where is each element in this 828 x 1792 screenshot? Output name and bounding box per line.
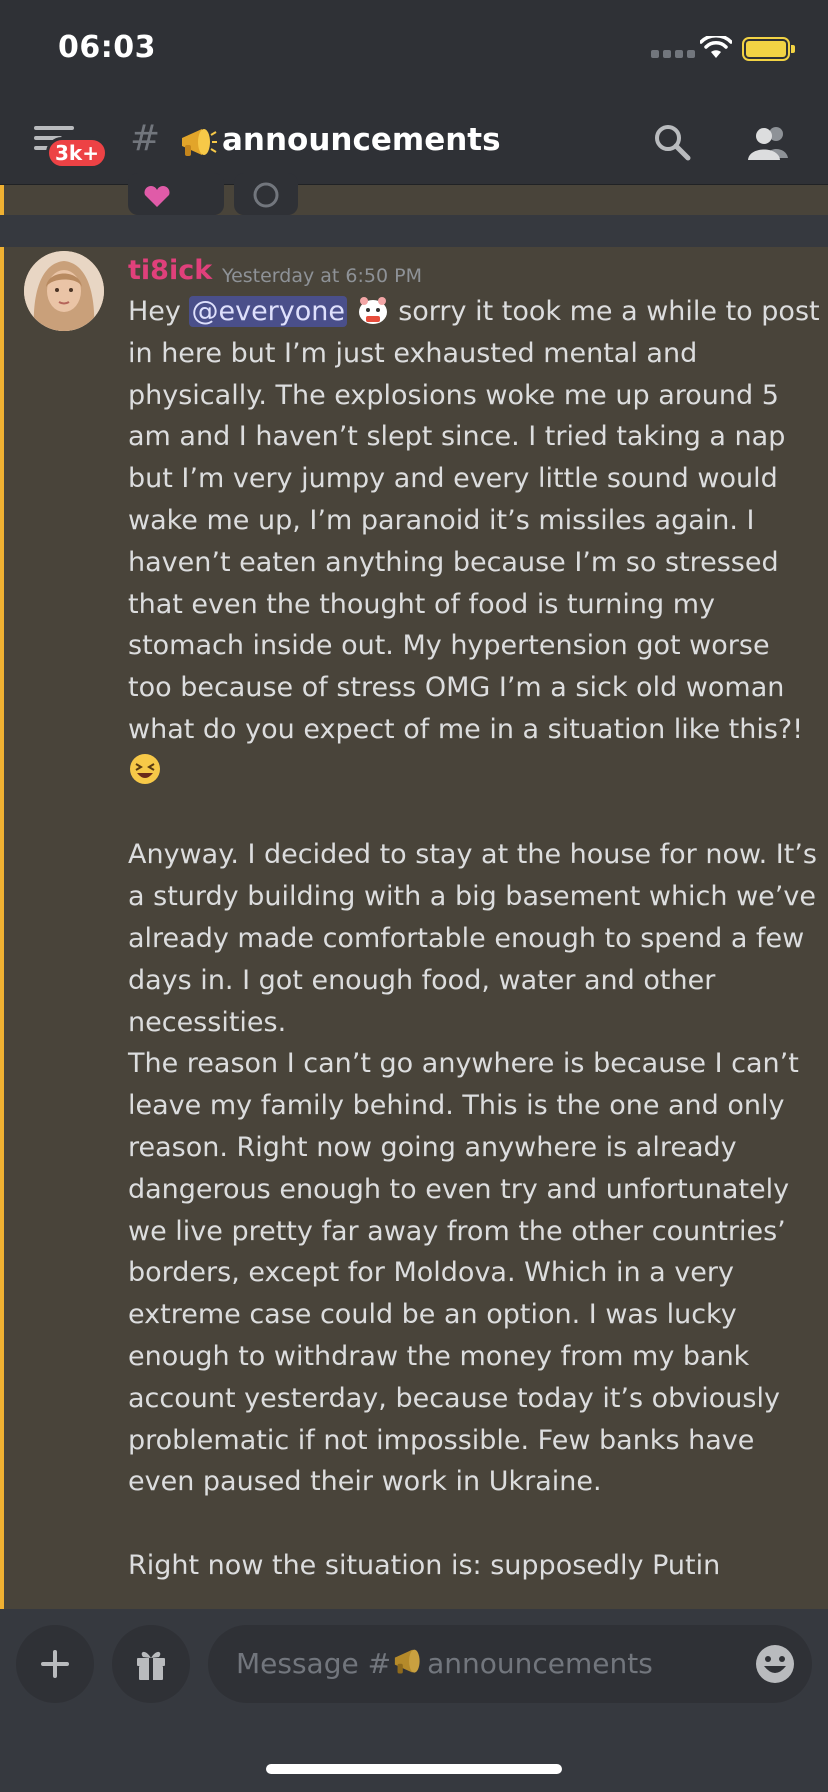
message-line: already made comfortable enough to spend… bbox=[128, 922, 805, 954]
message-composer: Message # announcements bbox=[0, 1609, 828, 1792]
plus-icon bbox=[41, 1650, 69, 1678]
message-line: days in. I got enough food, water and ot… bbox=[128, 964, 716, 996]
message-line: even paused their work in Ukraine. bbox=[128, 1466, 602, 1498]
message-line: that even the thought of food is turning… bbox=[128, 588, 716, 620]
channel-header: 3k+ # announcements bbox=[0, 100, 828, 185]
message-line: Right now the situation is: supposedly P… bbox=[128, 1549, 721, 1581]
message-line: problematic if not impossible. Few banks… bbox=[128, 1424, 755, 1456]
search-icon[interactable] bbox=[652, 122, 692, 162]
mention-highlight-bar bbox=[0, 247, 4, 1609]
reaction-button[interactable] bbox=[128, 173, 224, 215]
status-bar: 06:03 bbox=[0, 0, 828, 100]
hamster-emoji-icon bbox=[358, 297, 387, 324]
previous-message-reactions bbox=[0, 173, 828, 215]
placeholder-channel: announcements bbox=[427, 1647, 653, 1680]
megaphone-icon bbox=[182, 129, 217, 156]
laughing-emoji-icon bbox=[130, 753, 160, 784]
cellular-signal-icon bbox=[651, 50, 695, 58]
message-input[interactable]: Message # announcements bbox=[208, 1625, 812, 1703]
message-line: Anyway. I decided to stay at the house f… bbox=[128, 839, 817, 871]
message-line: necessities. bbox=[128, 1006, 287, 1038]
gift-button[interactable] bbox=[112, 1625, 190, 1703]
megaphone-icon bbox=[394, 1649, 420, 1674]
message-line: too because of stress OMG I’m a sick old… bbox=[128, 672, 785, 704]
add-attachment-button[interactable] bbox=[16, 1625, 94, 1703]
message-line: enough to withdraw the money from my ban… bbox=[128, 1340, 750, 1372]
message-line: extreme case could be an option. I was l… bbox=[128, 1299, 737, 1331]
message-line: reason. Right now going anywhere is alre… bbox=[128, 1131, 737, 1163]
message-line: am and I haven’t slept since. I tried ta… bbox=[128, 421, 786, 453]
gift-icon bbox=[137, 1651, 165, 1680]
mention-highlight-bar bbox=[0, 185, 4, 215]
channel-title: announcements bbox=[222, 122, 501, 158]
message-line bbox=[128, 751, 808, 793]
message-line: Hey @everyone sorry it took me a while t… bbox=[128, 291, 820, 333]
heart-emoji-icon bbox=[144, 186, 170, 207]
message-line: we live pretty far away from the other c… bbox=[128, 1215, 786, 1247]
message-line: wake me up, I’m paranoid it’s missiles a… bbox=[128, 504, 755, 536]
message-line: account yesterday, because today it’s ob… bbox=[128, 1382, 780, 1414]
message-item[interactable]: ti8ick Yesterday at 6:50 PM Hey @everyon… bbox=[0, 247, 828, 1609]
message-author[interactable]: ti8ick bbox=[128, 255, 212, 286]
emoji-picker-icon[interactable] bbox=[754, 1643, 796, 1685]
battery-icon bbox=[742, 37, 795, 61]
message-line: but I’m very jumpy and every little soun… bbox=[128, 463, 778, 495]
message-line: what do you expect of me in a situation … bbox=[128, 713, 804, 745]
message-line: borders, except for Moldova. Which in a … bbox=[128, 1257, 734, 1289]
message-line: stomach inside out. My hypertension got … bbox=[128, 630, 770, 662]
message-line: in here but I’m just exhausted mental an… bbox=[128, 337, 698, 369]
message-line: haven’t eaten anything because I’m so st… bbox=[128, 546, 779, 578]
wifi-icon bbox=[700, 36, 732, 58]
message-input-placeholder: Message # announcements bbox=[236, 1647, 653, 1680]
avatar-image bbox=[24, 251, 104, 331]
home-indicator bbox=[266, 1764, 562, 1774]
message-line: dangerous enough to even try and unfortu… bbox=[128, 1173, 790, 1205]
clock: 06:03 bbox=[58, 30, 156, 65]
message-line: leave my family behind. This is the one … bbox=[128, 1090, 785, 1122]
placeholder-prefix: Message # bbox=[236, 1647, 392, 1680]
everyone-mention[interactable]: @everyone bbox=[189, 296, 348, 327]
add-reaction-icon bbox=[253, 182, 279, 208]
message-line: physically. The explosions woke me up ar… bbox=[128, 379, 779, 411]
avatar[interactable] bbox=[24, 251, 104, 331]
message-line-text: sorry it took me a while to post bbox=[389, 296, 820, 327]
members-icon[interactable] bbox=[746, 122, 790, 162]
message-content: Hey @everyone sorry it took me a while t… bbox=[128, 291, 820, 1587]
add-reaction-button[interactable] bbox=[234, 173, 298, 215]
message-divider bbox=[0, 215, 828, 247]
notification-badge: 3k+ bbox=[46, 137, 108, 169]
message-line: The reason I can’t go anywhere is becaus… bbox=[128, 1048, 799, 1080]
message-timestamp: Yesterday at 6:50 PM bbox=[222, 265, 422, 287]
message-line: a sturdy building with a big basement wh… bbox=[128, 881, 816, 913]
channel-hash-icon: # bbox=[130, 118, 161, 159]
